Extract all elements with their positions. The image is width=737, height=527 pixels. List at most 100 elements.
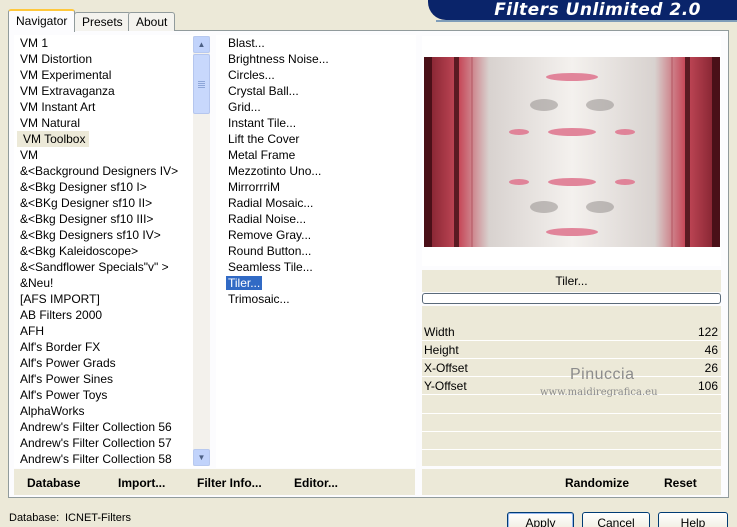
filter-item[interactable]: Lift the Cover	[216, 131, 416, 147]
category-item[interactable]: VM 1	[14, 35, 210, 51]
scroll-down-button[interactable]: ▼	[193, 449, 210, 466]
category-item[interactable]: AB Filters 2000	[14, 307, 210, 323]
cancel-button[interactable]: Cancel	[582, 512, 650, 527]
category-item[interactable]: VM Natural	[14, 115, 210, 131]
filter-item[interactable]: MirrorrriM	[216, 179, 416, 195]
banner-shadow	[436, 20, 737, 22]
current-filter-name: Tiler...	[422, 270, 721, 292]
tab-navigator[interactable]: Navigator	[8, 9, 76, 32]
tab-presets[interactable]: Presets	[74, 12, 131, 31]
filter-item-label: Brightness Noise...	[228, 52, 329, 66]
scroll-thumb[interactable]	[193, 54, 210, 114]
category-item[interactable]: VM	[14, 147, 210, 163]
filter-item[interactable]: Mezzotinto Uno...	[216, 163, 416, 179]
filter-item-label: Circles...	[228, 68, 275, 82]
filter-item-label: Radial Noise...	[228, 212, 307, 226]
param-divider	[422, 413, 721, 414]
apply-button[interactable]: Apply	[507, 512, 574, 527]
import-button[interactable]: Import...	[118, 476, 165, 490]
filter-item-label: Instant Tile...	[228, 116, 297, 130]
param-divider	[422, 449, 721, 450]
filter-item[interactable]: Remove Gray...	[216, 227, 416, 243]
left-button-row: Database Import... Filter Info... Editor…	[14, 469, 415, 495]
category-item[interactable]: [AFS IMPORT]	[14, 291, 210, 307]
filter-item-label: MirrorrriM	[228, 180, 280, 194]
help-button[interactable]: Help	[658, 512, 728, 527]
param-value: 122	[697, 325, 718, 339]
title-banner: Filters Unlimited 2.0	[428, 0, 737, 20]
category-item[interactable]: &<Bkg Designer sf10 III>	[14, 211, 210, 227]
filter-item-label: Remove Gray...	[228, 228, 312, 242]
status-label: Database:	[9, 512, 60, 524]
filter-item-label: Seamless Tile...	[228, 260, 313, 274]
category-list[interactable]: VM 1 VM Distortion VM Experimental VM Extra…	[14, 35, 210, 468]
filter-item-label: Tiler...	[226, 276, 263, 290]
category-item[interactable]: Alf's Power Toys	[14, 387, 210, 403]
filter-item-label: Mezzotinto Uno...	[228, 164, 322, 178]
category-item[interactable]: Andrew's Filter Collection 57	[14, 435, 210, 451]
filter-item[interactable]: Trimosaic...	[216, 291, 416, 307]
filter-item-label: Grid...	[228, 100, 261, 114]
filter-item[interactable]: Radial Mosaic...	[216, 195, 416, 211]
right-button-row: Randomize Reset	[422, 469, 721, 495]
filter-item[interactable]: Round Button...	[216, 243, 416, 259]
filter-item[interactable]: Seamless Tile...	[216, 259, 416, 275]
category-item[interactable]: VM Experimental	[14, 67, 210, 83]
category-item[interactable]: Alf's Power Grads	[14, 355, 210, 371]
filter-item[interactable]: Brightness Noise...	[216, 51, 416, 67]
reset-button[interactable]: Reset	[664, 476, 697, 490]
category-item[interactable]: VM Extravaganza	[14, 83, 210, 99]
param-value: 106	[697, 379, 718, 393]
category-item[interactable]: AlphaWorks	[14, 403, 210, 419]
filter-list[interactable]: Blast... Brightness Noise... Circles... Cry…	[216, 35, 416, 468]
param-width[interactable]: Width 122	[422, 324, 721, 341]
param-label: X-Offset	[424, 361, 468, 375]
param-y-offset[interactable]: Y-Offset 106	[422, 378, 721, 395]
category-scrollbar[interactable]: ▲ ▼	[193, 36, 210, 466]
tab-about[interactable]: About	[128, 12, 176, 31]
category-item[interactable]: Alf's Border FX	[14, 339, 210, 355]
progress-bar	[422, 293, 721, 304]
category-item[interactable]: VM Instant Art	[14, 99, 210, 115]
filter-item[interactable]: Grid...	[216, 99, 416, 115]
param-value: 46	[704, 343, 718, 357]
filter-item[interactable]: Crystal Ball...	[216, 83, 416, 99]
filter-item[interactable]: Radial Noise...	[216, 211, 416, 227]
category-item[interactable]: Alf's Power Sines	[14, 371, 210, 387]
category-item[interactable]: VM Distortion	[14, 51, 210, 67]
category-item[interactable]: Andrew's Filter Collection 56	[14, 419, 210, 435]
filter-item[interactable]: Metal Frame	[216, 147, 416, 163]
banner-title: Filters Unlimited 2.0	[494, 0, 701, 20]
filter-info-button[interactable]: Filter Info...	[197, 476, 262, 490]
preview-image	[424, 57, 720, 247]
filter-item[interactable]: Tiler...	[216, 275, 416, 291]
filter-item-label: Crystal Ball...	[228, 84, 299, 98]
status-value: ICNET-Filters	[65, 512, 131, 524]
database-button[interactable]: Database	[27, 476, 80, 490]
category-item[interactable]: Andrew's Filter Collection 58	[14, 451, 210, 467]
category-item[interactable]: &<BKg Designer sf10 II>	[14, 195, 210, 211]
scroll-up-button[interactable]: ▲	[193, 36, 210, 53]
category-item[interactable]: &<Background Designers IV>	[14, 163, 210, 179]
editor-button[interactable]: Editor...	[294, 476, 338, 490]
param-label: Y-Offset	[424, 379, 467, 393]
filter-item-label: Trimosaic...	[228, 292, 290, 306]
param-x-offset[interactable]: X-Offset 26	[422, 360, 721, 377]
randomize-button[interactable]: Randomize	[565, 476, 629, 490]
filter-item[interactable]: Blast...	[216, 35, 416, 51]
filter-item[interactable]: Circles...	[216, 67, 416, 83]
category-item[interactable]: &<Bkg Designers sf10 IV>	[14, 227, 210, 243]
filter-item-label: Lift the Cover	[228, 132, 300, 146]
category-item[interactable]: VM Toolbox	[17, 131, 89, 147]
filter-item[interactable]: Instant Tile...	[216, 115, 416, 131]
param-height[interactable]: Height 46	[422, 342, 721, 359]
filter-item-label: Metal Frame	[228, 148, 296, 162]
category-item[interactable]: &<Bkg Kaleidoscope>	[14, 243, 210, 259]
param-label: Height	[424, 343, 459, 357]
category-item[interactable]: &<Sandflower Specials"v" >	[14, 259, 210, 275]
category-item[interactable]: &<Bkg Designer sf10 I>	[14, 179, 210, 195]
category-item[interactable]: AFH	[14, 323, 210, 339]
category-item[interactable]: &Neu!	[14, 275, 210, 291]
filter-item-label: Round Button...	[228, 244, 312, 258]
filter-item-label: Blast...	[228, 36, 265, 50]
